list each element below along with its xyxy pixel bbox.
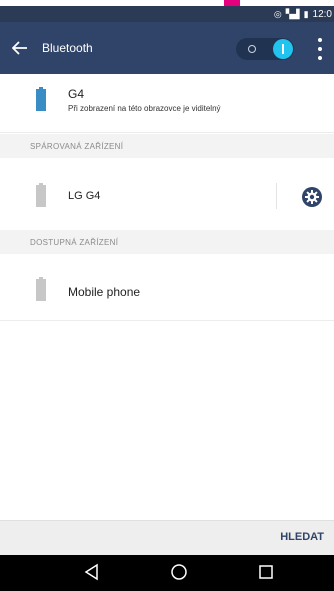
divider [0, 320, 334, 321]
arrow-left-icon [12, 41, 27, 55]
back-button[interactable] [12, 39, 30, 57]
available-section-header: DOSTUPNÁ ZAŘÍZENÍ [0, 230, 334, 254]
battery-status-icon: ▮ [303, 8, 309, 19]
app-bar: Bluetooth [0, 22, 334, 74]
search-button[interactable]: HLEDAT [280, 531, 324, 543]
toggle-knob [273, 39, 293, 59]
triangle-back-icon[interactable] [83, 563, 99, 581]
signal-icon: ▚▟ [285, 8, 300, 19]
toggle-off-indicator [248, 45, 256, 53]
phone-icon [36, 87, 46, 111]
divider [276, 183, 277, 209]
paired-device-name: LG G4 [68, 190, 101, 202]
phone-icon [36, 277, 46, 301]
more-vertical-icon [318, 38, 322, 42]
more-options-button[interactable] [318, 38, 324, 60]
navigation-bar [0, 555, 334, 591]
divider [0, 132, 334, 133]
bottom-action-bar: HLEDAT [0, 520, 334, 555]
paired-device-row[interactable] [0, 160, 334, 234]
circle-home-icon[interactable] [170, 563, 188, 581]
available-device-row[interactable] [0, 256, 334, 320]
bluetooth-toggle[interactable] [236, 38, 294, 60]
square-recent-icon[interactable] [258, 564, 274, 580]
phone-icon [36, 183, 46, 207]
page-title: Bluetooth [42, 41, 93, 55]
available-device-name: Mobile phone [68, 285, 141, 299]
device-settings-button[interactable] [301, 186, 323, 208]
status-time: 12:0 [312, 8, 332, 20]
alarm-icon: ◎ [273, 8, 282, 19]
visibility-text: Při zobrazení na této obrazovce je vidit… [68, 104, 221, 113]
own-device-name: G4 [68, 87, 85, 101]
status-bar: ◎ ▚▟ ▮ 12:0 [0, 6, 334, 22]
gear-icon [302, 187, 322, 207]
paired-section-header: SPÁROVANÁ ZAŘÍZENÍ [0, 134, 334, 158]
